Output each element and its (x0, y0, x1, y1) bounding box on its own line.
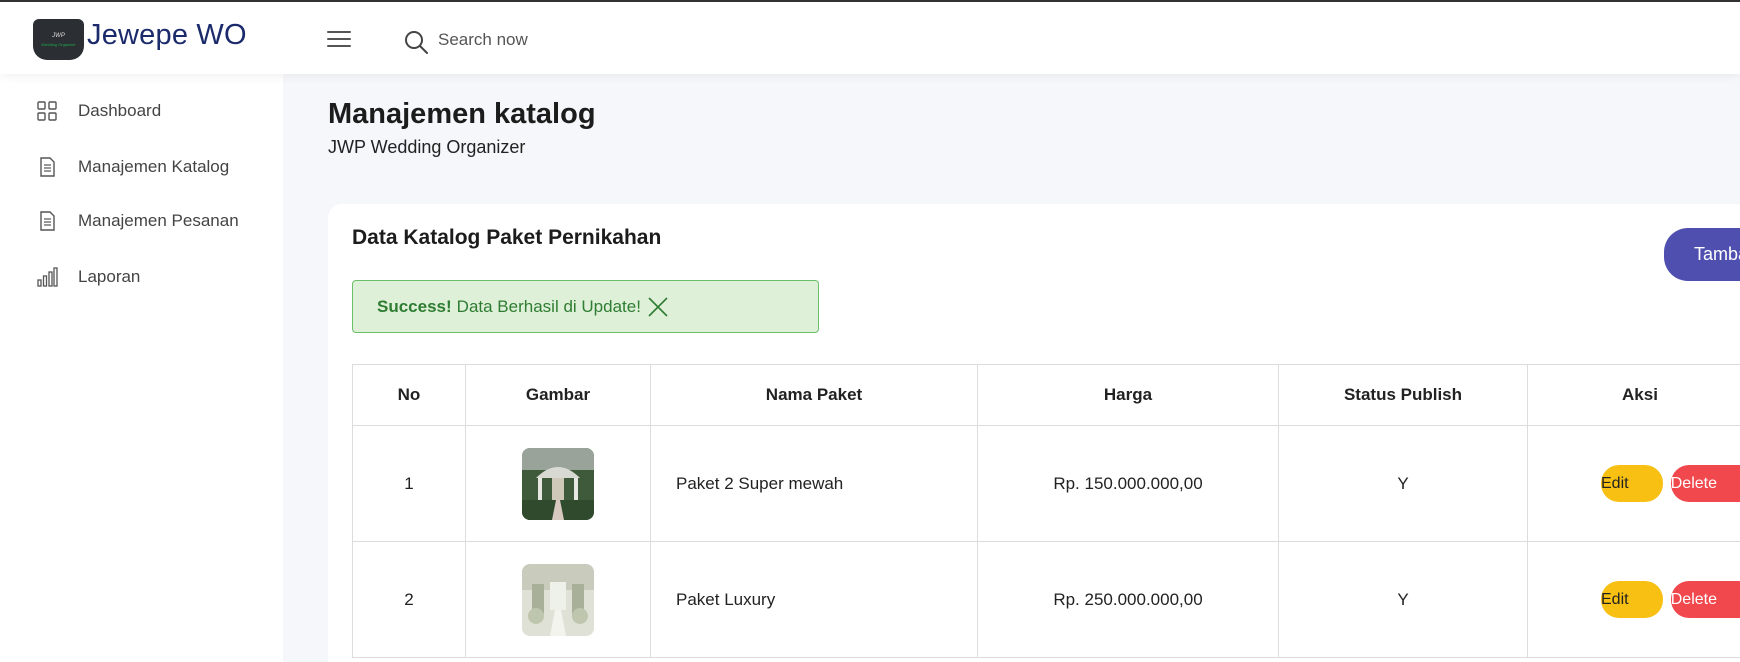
logo-text-top: JWP (52, 32, 65, 39)
cell-image (465, 425, 651, 542)
close-icon[interactable] (647, 296, 669, 318)
sidebar-item-dashboard[interactable]: Dashboard (36, 100, 161, 122)
alert-message: Data Berhasil di Update! (456, 296, 641, 316)
sidebar-item-label: Dashboard (78, 101, 162, 120)
table-header-row: No Gambar Nama Paket Harga Status Publis… (352, 364, 1740, 426)
search-input[interactable] (438, 24, 698, 56)
cell-package-name: Paket 2 Super mewah (650, 425, 978, 542)
catalog-card: Data Katalog Paket Pernikahan Tambah Suc… (328, 204, 1740, 662)
delete-button[interactable]: Delete (1670, 465, 1740, 502)
bar-chart-icon (37, 267, 58, 287)
alert-strong: Success! (377, 296, 452, 316)
sidebar-item-katalog[interactable]: Manajemen Katalog (36, 156, 229, 178)
column-header-harga[interactable]: Harga (977, 364, 1279, 426)
delete-button[interactable]: Delete (1670, 581, 1740, 618)
cell-status: Y (1278, 541, 1528, 658)
edit-button[interactable]: Edit (1601, 465, 1663, 502)
document-icon (40, 157, 55, 177)
column-header-status-publish[interactable]: Status Publish (1278, 364, 1528, 426)
cell-status: Y (1278, 425, 1528, 542)
card-title: Data Katalog Paket Pernikahan (352, 226, 662, 249)
sidebar-item-label: Manajemen Katalog (78, 157, 230, 176)
cell-actions: Edit Delete (1527, 425, 1740, 542)
brand-name[interactable]: Jewepe WO (87, 19, 247, 52)
document-icon (40, 211, 55, 231)
page-subtitle: JWP Wedding Organizer (328, 137, 526, 157)
column-header-no[interactable]: No (352, 364, 466, 426)
cell-no: 1 (352, 425, 466, 542)
column-header-nama-paket[interactable]: Nama Paket (650, 364, 978, 426)
sidebar-item-label: Manajemen Pesanan (78, 211, 239, 230)
package-thumbnail-image[interactable] (522, 447, 594, 520)
sidebar-item-label: Laporan (78, 267, 141, 286)
logo[interactable]: JWP Wedding Organizer (33, 19, 84, 60)
edit-button[interactable]: Edit (1601, 581, 1663, 618)
table-row: 1 Paket 2 Super mewah Rp. 150.000.000,00… (352, 425, 1740, 542)
menu-toggle-icon[interactable] (327, 31, 351, 49)
grid-icon (37, 101, 57, 121)
top-header: JWP Wedding Organizer Jewepe WO (0, 2, 1740, 74)
package-thumbnail-image[interactable] (522, 563, 594, 636)
cell-no: 2 (352, 541, 466, 658)
cell-price: Rp. 150.000.000,00 (977, 425, 1279, 542)
sidebar-item-laporan[interactable]: Laporan (36, 266, 140, 288)
sidebar: Dashboard Manajemen Katalog Manajemen Pe… (0, 74, 283, 662)
column-header-gambar[interactable]: Gambar (465, 364, 651, 426)
add-package-button[interactable]: Tambah (1664, 228, 1740, 281)
column-header-aksi: Aksi (1527, 364, 1740, 426)
success-alert: Success! Data Berhasil di Update! (352, 280, 819, 333)
search-icon[interactable] (403, 29, 429, 55)
catalog-table: No Gambar Nama Paket Harga Status Publis… (352, 364, 1740, 658)
cell-image (465, 541, 651, 658)
sidebar-item-pesanan[interactable]: Manajemen Pesanan (36, 210, 239, 232)
cell-price: Rp. 250.000.000,00 (977, 541, 1279, 658)
table-row: 2 Paket Luxury Rp. 250.000.000,00 Y Edit… (352, 541, 1740, 658)
page-title: Manajemen katalog (328, 98, 596, 130)
main-content: Manajemen katalog JWP Wedding Organizer … (283, 74, 1740, 662)
cell-package-name: Paket Luxury (650, 541, 978, 658)
cell-actions: Edit Delete (1527, 541, 1740, 658)
logo-text-bottom: Wedding Organizer (41, 41, 76, 47)
